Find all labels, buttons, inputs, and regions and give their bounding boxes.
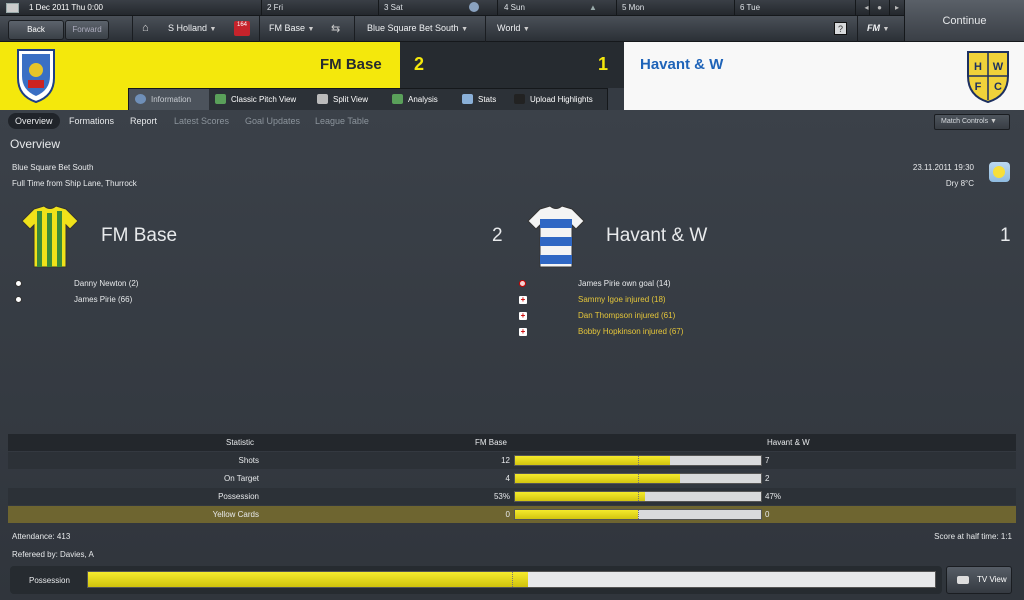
day-sat[interactable]: 3 Sat [384, 3, 403, 12]
pill-report[interactable]: Report [123, 113, 164, 129]
pill-overview[interactable]: Overview [8, 113, 60, 129]
club-menu[interactable]: FM Base ▼ [269, 23, 314, 33]
home-score: 2 [414, 54, 425, 74]
day-fri[interactable]: 2 Fri [267, 3, 283, 12]
away-kit-icon [527, 205, 585, 268]
tab-classic-pitch-view[interactable]: Classic Pitch View [209, 89, 311, 110]
info-icon [135, 94, 146, 104]
home-team-name: FM Base [320, 56, 382, 73]
world-menu[interactable]: World ▼ [497, 23, 530, 33]
swap-icon[interactable]: ⇆ [331, 22, 340, 35]
competition-name: Blue Square Bet South [12, 163, 94, 172]
pill-latest-scores[interactable]: Latest Scores [167, 113, 236, 129]
svg-text:F: F [975, 81, 982, 93]
away-event: Bobby Hopkinson injured (67) [578, 327, 684, 336]
stat-row-possession: Possession 53% 47% [8, 488, 1016, 505]
home-event: James Pirie (66) [74, 295, 133, 304]
manager-menu[interactable]: S Holland ▼ [168, 23, 216, 33]
svg-text:W: W [993, 61, 1004, 73]
stat-bar [514, 473, 762, 484]
analysis-icon [392, 94, 403, 104]
forward-button[interactable]: Forward [65, 20, 109, 40]
goal-icon [15, 280, 22, 287]
score-band [400, 42, 624, 88]
stat-row-yellow-cards[interactable]: Yellow Cards 0 0 [8, 506, 1016, 523]
match-tabs: Information Classic Pitch View Split Vie… [128, 88, 608, 110]
possession-label: Possession [29, 576, 70, 585]
nav-bar: Back Forward ⌂ S Holland ▼ 164 FM Base ▼… [0, 16, 904, 42]
weather-text: Dry 8°C [945, 179, 974, 188]
pitch-icon [215, 94, 226, 104]
match-datetime: 23.11.2011 19:30 [912, 163, 974, 172]
injury-icon: + [519, 327, 527, 336]
svg-text:C: C [994, 81, 1002, 93]
tv-view-button[interactable]: TV View [946, 566, 1012, 594]
fm-menu[interactable]: FM ▼ [867, 23, 889, 33]
pill-league-table[interactable]: League Table [308, 113, 376, 129]
away-team-name: Havant & W [640, 56, 724, 73]
inbox-icon[interactable]: 164 [234, 21, 250, 36]
day-mon[interactable]: 5 Mon [622, 3, 644, 12]
away-event: Dan Thompson injured (61) [578, 311, 676, 320]
competition-menu[interactable]: Blue Square Bet South ▼ [367, 23, 468, 33]
stats-header: Statistic FM Base Havant & W [8, 434, 1016, 451]
stat-bar [514, 455, 762, 466]
weather-sun-icon [989, 162, 1010, 182]
tab-split-view[interactable]: Split View [311, 89, 386, 110]
referee: Refereed by: Davies, A [12, 550, 94, 559]
match-day-icon [469, 2, 479, 12]
injury-icon: + [519, 295, 527, 304]
tab-analysis[interactable]: Analysis [386, 89, 456, 110]
away-event: Sammy Igoe injured (18) [578, 295, 666, 304]
split-view-icon [317, 94, 328, 104]
stats-icon [462, 94, 473, 104]
next-icon[interactable]: ▸ [889, 0, 904, 16]
goal-icon [15, 296, 22, 303]
injury-icon: + [519, 311, 527, 320]
event-icon: ▲ [589, 3, 597, 12]
content-panel [0, 110, 1024, 600]
help-button[interactable]: ? [834, 22, 847, 35]
stat-bar [514, 509, 762, 520]
own-goal-icon [519, 280, 526, 287]
tab-stats[interactable]: Stats [456, 89, 508, 110]
pill-formations[interactable]: Formations [62, 113, 121, 129]
away-score: 1 [598, 54, 609, 74]
tv-icon [957, 576, 969, 584]
home-crest-icon[interactable] [10, 46, 62, 106]
back-button[interactable]: Back [8, 20, 64, 40]
possession-bar [87, 571, 936, 588]
home-kit-icon [21, 205, 79, 268]
home-icon[interactable]: ⌂ [142, 23, 154, 34]
stat-row-on-target: On Target 4 2 [224, 473, 770, 484]
match-controls-dropdown[interactable]: Match Controls ▼ [934, 114, 1010, 130]
stat-row-shots: Shots 12 7 [8, 452, 1016, 469]
day-tue[interactable]: 6 Tue [740, 3, 760, 12]
home-team-title: FM Base [101, 225, 178, 246]
camera-icon [514, 94, 525, 104]
day-sun[interactable]: 4 Sun [504, 3, 525, 12]
tab-information[interactable]: Information [129, 89, 209, 110]
halftime-score: Score at half time: 1:1 [934, 532, 1012, 541]
stats-table: Statistic FM Base Havant & W Shots 12 7 … [8, 434, 1016, 523]
overview-title: Overview [10, 137, 61, 151]
record-icon[interactable]: ● [869, 0, 889, 16]
svg-text:H: H [974, 61, 982, 73]
venue-info: Full Time from Ship Lane, Thurrock [12, 179, 137, 188]
away-crest-icon[interactable]: H W F C [960, 46, 1016, 106]
date-strip: 1 Dec 2011 Thu 0:00 2 Fri 3 Sat 4 Sun ▲ … [0, 0, 904, 16]
current-date: 1 Dec 2011 Thu 0:00 [29, 3, 103, 12]
away-team-title: Havant & W [606, 225, 708, 246]
stat-bar [514, 491, 762, 502]
continue-button[interactable]: Continue [904, 0, 1024, 42]
home-goals: 2 [492, 225, 503, 246]
pill-goal-updates[interactable]: Goal Updates [238, 113, 307, 129]
away-goals: 1 [1000, 225, 1011, 246]
calendar-icon[interactable] [6, 3, 19, 13]
attendance: Attendance: 413 [12, 532, 71, 541]
tab-upload-highlights[interactable]: Upload Highlights [508, 89, 608, 110]
home-event: Danny Newton (2) [74, 279, 139, 288]
away-event: James Pirie own goal (14) [578, 279, 671, 288]
